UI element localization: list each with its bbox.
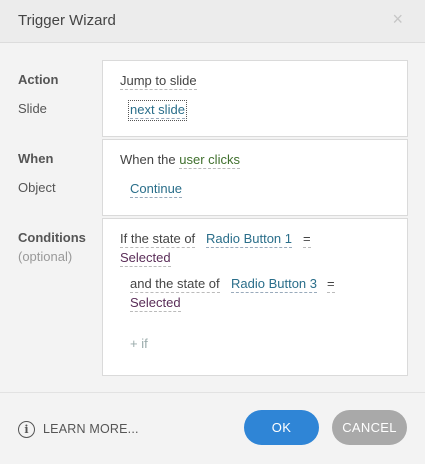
add-condition-button[interactable]: + if bbox=[130, 336, 148, 351]
condition-2-object[interactable]: Radio Button 3 bbox=[231, 276, 318, 293]
action-dropdown[interactable]: Jump to slide bbox=[120, 73, 197, 90]
conditions-optional-label: (optional) bbox=[18, 249, 73, 264]
learn-more-label: LEARN MORE... bbox=[43, 422, 139, 436]
cancel-button[interactable]: CANCEL bbox=[332, 410, 407, 445]
object-dropdown[interactable]: Continue bbox=[130, 181, 183, 198]
action-label: Action bbox=[18, 72, 59, 87]
condition-2-prefix[interactable]: and the state of bbox=[130, 276, 220, 293]
object-label: Object bbox=[18, 180, 56, 195]
title-bar: Trigger Wizard × bbox=[0, 0, 425, 43]
slide-label: Slide bbox=[18, 101, 47, 116]
info-icon: i bbox=[18, 420, 35, 438]
when-prefix: When the bbox=[120, 152, 176, 167]
ok-button[interactable]: OK bbox=[244, 410, 319, 445]
condition-1-state[interactable]: Selected bbox=[120, 250, 171, 267]
learn-more-link[interactable]: i LEARN MORE... bbox=[18, 419, 139, 439]
action-box: Jump to slide next slide bbox=[102, 60, 408, 137]
footer-divider bbox=[0, 392, 425, 393]
conditions-box: If the state of Radio Button 1 = Selecte… bbox=[102, 218, 408, 376]
condition-2-state[interactable]: Selected bbox=[130, 295, 181, 312]
event-dropdown[interactable]: user clicks bbox=[179, 152, 240, 169]
dialog-title: Trigger Wizard bbox=[18, 12, 116, 29]
close-icon[interactable]: × bbox=[392, 9, 403, 29]
condition-2-operator[interactable]: = bbox=[327, 276, 335, 293]
slide-dropdown[interactable]: next slide bbox=[128, 100, 187, 121]
when-sentence: When the user clicks bbox=[120, 152, 240, 169]
when-label: When bbox=[18, 151, 54, 166]
condition-1-prefix[interactable]: If the state of bbox=[120, 231, 196, 248]
condition-1-operator[interactable]: = bbox=[303, 231, 311, 248]
condition-1-object[interactable]: Radio Button 1 bbox=[206, 231, 293, 248]
when-box: When the user clicks Continue bbox=[102, 139, 408, 216]
conditions-label: Conditions bbox=[18, 230, 86, 245]
